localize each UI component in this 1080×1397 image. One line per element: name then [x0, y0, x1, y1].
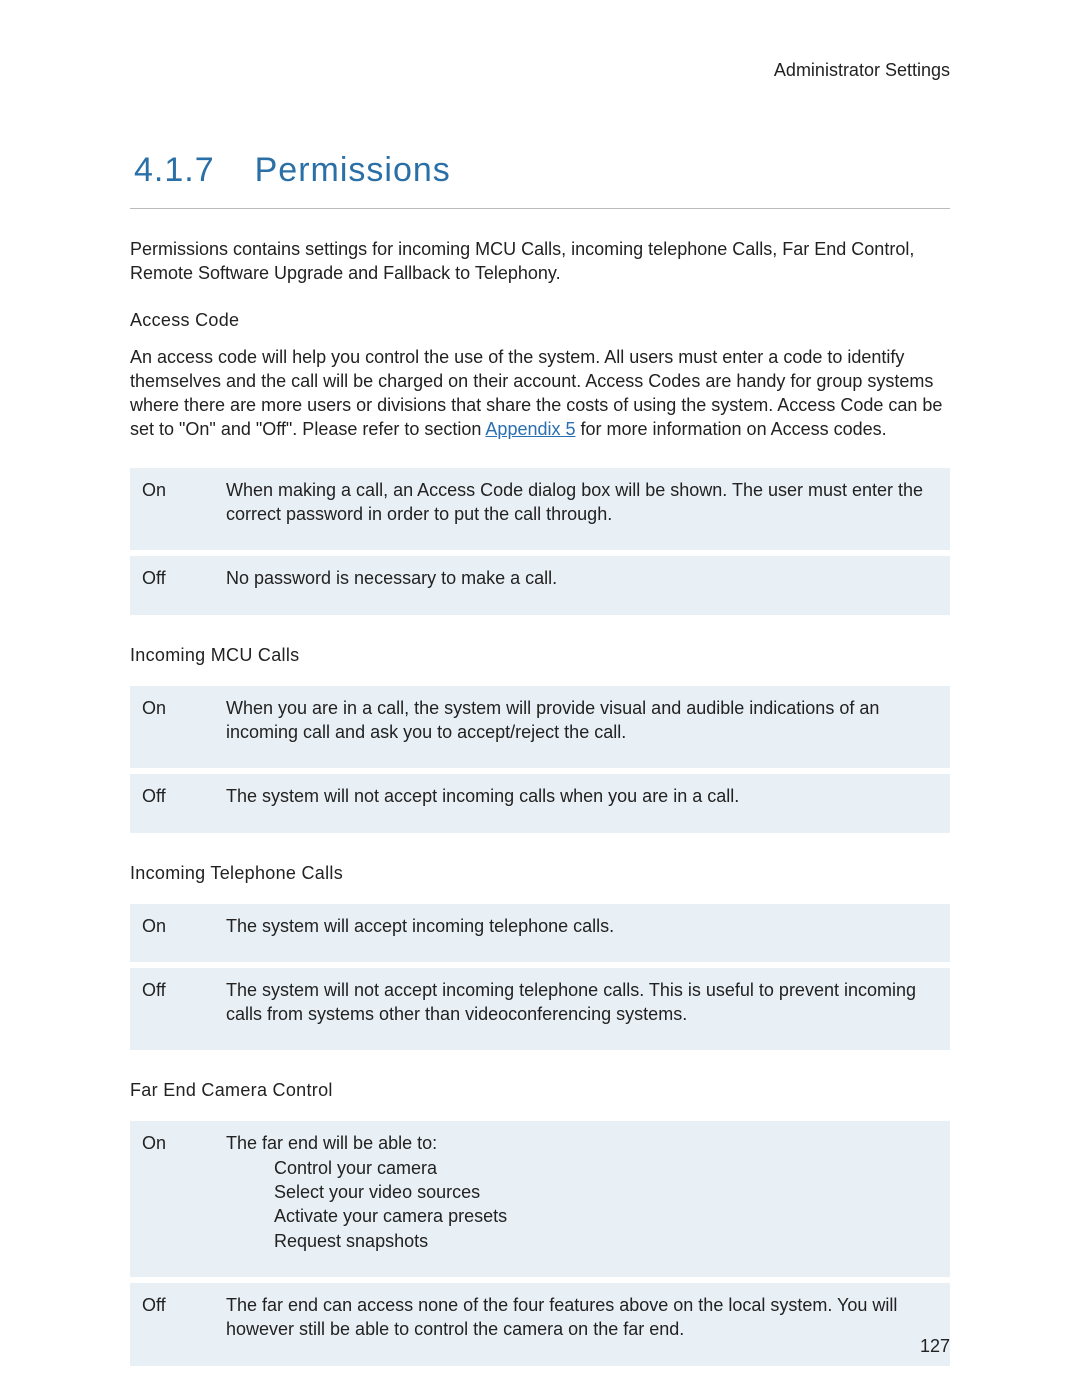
option-desc: No password is necessary to make a call. — [214, 556, 950, 614]
access-code-desc-after: for more information on Access codes. — [576, 419, 887, 439]
mcu-table: On When you are in a call, the system wi… — [130, 680, 950, 839]
intro-paragraph: Permissions contains settings for incomi… — [130, 237, 950, 286]
section-number: 4.1.7 — [134, 151, 215, 190]
list-item: Control your camera — [274, 1156, 936, 1180]
heading-rule — [130, 208, 950, 209]
table-row: On When you are in a call, the system wi… — [130, 686, 950, 769]
option-label-off: Off — [130, 1283, 214, 1366]
option-label-off: Off — [130, 556, 214, 614]
far-end-on-intro: The far end will be able to: — [226, 1131, 936, 1155]
far-end-table: On The far end will be able to: Control … — [130, 1115, 950, 1371]
section-heading: 4.1.7 Permissions — [134, 151, 950, 190]
option-label-off: Off — [130, 774, 214, 832]
table-row: Off The far end can access none of the f… — [130, 1283, 950, 1366]
telephone-heading: Incoming Telephone Calls — [130, 863, 950, 884]
access-code-table: On When making a call, an Access Code di… — [130, 462, 950, 621]
section-title-text: Permissions — [255, 151, 451, 189]
page-header: Administrator Settings — [130, 60, 950, 81]
option-desc: The far end can access none of the four … — [214, 1283, 950, 1366]
list-item: Activate your camera presets — [274, 1204, 936, 1228]
option-label-on: On — [130, 1121, 214, 1276]
far-end-heading: Far End Camera Control — [130, 1080, 950, 1101]
option-label-on: On — [130, 686, 214, 769]
telephone-table: On The system will accept incoming telep… — [130, 898, 950, 1057]
option-label-on: On — [130, 468, 214, 551]
table-row: Off The system will not accept incoming … — [130, 774, 950, 832]
option-desc: When making a call, an Access Code dialo… — [214, 468, 950, 551]
option-desc: The system will not accept incoming tele… — [214, 968, 950, 1051]
option-label-off: Off — [130, 968, 214, 1051]
option-desc: The system will accept incoming telephon… — [214, 904, 950, 962]
table-row: On When making a call, an Access Code di… — [130, 468, 950, 551]
access-code-description: An access code will help you control the… — [130, 345, 950, 442]
page-number: 127 — [920, 1336, 950, 1357]
table-row: On The system will accept incoming telep… — [130, 904, 950, 962]
mcu-heading: Incoming MCU Calls — [130, 645, 950, 666]
appendix-link[interactable]: Appendix 5 — [485, 419, 575, 439]
list-item: Select your video sources — [274, 1180, 936, 1204]
option-desc: When you are in a call, the system will … — [214, 686, 950, 769]
table-row: Off No password is necessary to make a c… — [130, 556, 950, 614]
option-desc: The far end will be able to: Control you… — [214, 1121, 950, 1276]
list-item: Request snapshots — [274, 1229, 936, 1253]
option-label-on: On — [130, 904, 214, 962]
table-row: On The far end will be able to: Control … — [130, 1121, 950, 1276]
far-end-list: Control your camera Select your video so… — [274, 1156, 936, 1253]
access-code-heading: Access Code — [130, 310, 950, 331]
table-row: Off The system will not accept incoming … — [130, 968, 950, 1051]
option-desc: The system will not accept incoming call… — [214, 774, 950, 832]
